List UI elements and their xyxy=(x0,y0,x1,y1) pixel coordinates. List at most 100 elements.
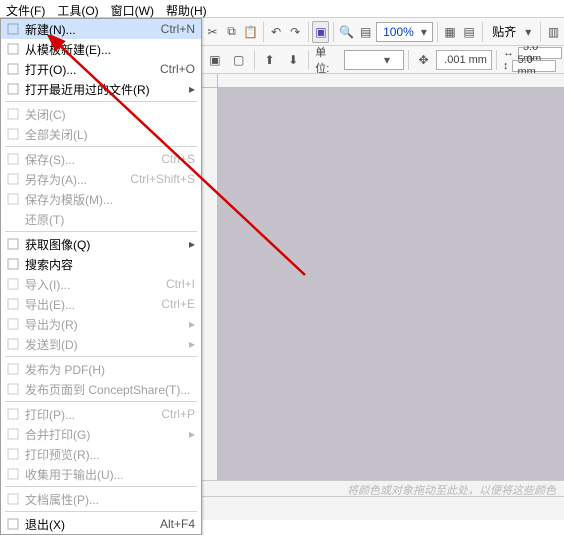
separator xyxy=(5,356,197,357)
submenu-arrow-icon: ▸ xyxy=(183,427,195,441)
menu-item[interactable]: 搜索内容 xyxy=(1,254,201,274)
canvas-area[interactable] xyxy=(202,74,564,480)
send-icon xyxy=(5,336,21,352)
toolbar-area: ✂ ⧉ 📋 ↶ ↷ ▣ 🔍 ▤ 100% ▾ ▦ ▤ 贴齐 ▾ ▥ ▣ ▢ ⬆ … xyxy=(202,18,564,74)
exit-icon xyxy=(5,516,21,532)
menu-shortcut: Ctrl+Shift+S xyxy=(122,172,195,186)
menu-item: 收集用于输出(U)... xyxy=(1,464,201,484)
menu-item: 还原(T) xyxy=(1,209,201,229)
menu-item-label: 全部关闭(L) xyxy=(25,126,195,143)
menu-shortcut: Ctrl+O xyxy=(152,62,195,76)
units-combo[interactable]: ▾ xyxy=(344,50,404,70)
tb-cut-icon[interactable]: ✂ xyxy=(204,21,221,43)
search-icon xyxy=(5,256,21,272)
zoom-combo[interactable]: 100% ▾ xyxy=(376,22,433,42)
menu-item-label: 搜索内容 xyxy=(25,256,195,273)
submenu-arrow-icon: ▸ xyxy=(183,337,195,351)
menu-file[interactable]: 文件(F) xyxy=(0,0,51,17)
separator xyxy=(5,146,197,147)
menu-item[interactable]: 退出(X)Alt+F4 xyxy=(1,514,201,534)
color-well-hint: 将颜色或对象拖动至此处，以便将这些颜色 xyxy=(347,482,556,498)
separator xyxy=(308,50,309,70)
submenu-arrow-icon: ▸ xyxy=(183,82,195,96)
separator xyxy=(5,486,197,487)
export-as-icon xyxy=(5,316,21,332)
file-template-icon xyxy=(5,41,21,57)
units-label: 单位: xyxy=(313,46,342,74)
separator xyxy=(408,50,409,70)
pb-ungroup-icon[interactable]: ▢ xyxy=(228,49,250,71)
tb-copy-icon[interactable]: ⧉ xyxy=(223,21,240,43)
pb-toback-icon[interactable]: ⬇ xyxy=(282,49,304,71)
chevron-down-icon: ▾ xyxy=(418,25,430,39)
menu-item-label: 关闭(C) xyxy=(25,106,195,123)
props-icon xyxy=(5,491,21,507)
menu-item: 全部关闭(L) xyxy=(1,124,201,144)
toolbar-property: ▣ ▢ ⬆ ⬇ 单位: ▾ ✥ .001 mm ↔5.0 mm ↕5.0 mm xyxy=(202,46,564,74)
tb-grid-icon[interactable]: ▤ xyxy=(461,21,478,43)
separator xyxy=(5,231,197,232)
snap-combo[interactable]: 贴齐 ▾ xyxy=(486,22,536,42)
menu-tools[interactable]: 工具(O) xyxy=(51,0,104,17)
menu-item: 发送到(D)▸ xyxy=(1,334,201,354)
print-preview-icon xyxy=(5,446,21,462)
menu-item-label: 导入(I)... xyxy=(25,276,158,293)
snap-label: 贴齐 xyxy=(488,23,522,40)
tb-opts-icon[interactable]: ▤ xyxy=(357,21,374,43)
nudge-value[interactable]: .001 mm xyxy=(436,50,492,70)
menu-item[interactable]: 打开最近用过的文件(R)▸ xyxy=(1,79,201,99)
menu-item[interactable]: 从模板新建(E)... xyxy=(1,39,201,59)
tb-search-icon[interactable]: 🔍 xyxy=(338,21,355,43)
menu-item-label: 发布页面到 ConceptShare(T)... xyxy=(25,381,195,398)
menu-item: 保存(S)...Ctrl+S xyxy=(1,149,201,169)
dupx-icon: ↔ xyxy=(501,47,516,59)
save-icon xyxy=(5,151,21,167)
menu-item: 导出(E)...Ctrl+E xyxy=(1,294,201,314)
save-template-icon xyxy=(5,191,21,207)
pb-tofront-icon[interactable]: ⬆ xyxy=(259,49,281,71)
pb-group-icon[interactable]: ▣ xyxy=(204,49,226,71)
tb-redo-icon[interactable]: ↷ xyxy=(287,21,304,43)
pb-nudge-icon[interactable]: ✥ xyxy=(413,49,435,71)
ruler-vertical[interactable] xyxy=(202,88,218,480)
separator xyxy=(540,22,541,42)
menu-help[interactable]: 帮助(H) xyxy=(160,0,213,17)
menu-item[interactable]: 新建(N)...Ctrl+N xyxy=(1,19,201,39)
menu-item-label: 发送到(D) xyxy=(25,336,183,353)
menu-item: 发布为 PDF(H) xyxy=(1,359,201,379)
menu-item-label: 获取图像(Q) xyxy=(25,236,183,253)
separator xyxy=(263,22,264,42)
dupy-icon: ↕ xyxy=(501,60,511,72)
menu-item-label: 保存(S)... xyxy=(25,151,153,168)
separator xyxy=(254,50,255,70)
menu-item-label: 保存为模版(M)... xyxy=(25,191,195,208)
dup-y[interactable]: 5.0 mm xyxy=(512,60,556,72)
folder-open-icon xyxy=(5,61,21,77)
separator xyxy=(5,401,197,402)
tb-snap-icon[interactable]: ▦ xyxy=(442,21,459,43)
menu-item[interactable]: 获取图像(Q)▸ xyxy=(1,234,201,254)
menu-item[interactable]: 打开(O)...Ctrl+O xyxy=(1,59,201,79)
tb-paste-icon[interactable]: 📋 xyxy=(242,21,259,43)
menu-item-label: 打开(O)... xyxy=(25,61,152,78)
acquire-icon xyxy=(5,236,21,252)
menu-item: 关闭(C) xyxy=(1,104,201,124)
menu-window[interactable]: 窗口(W) xyxy=(105,0,160,17)
menu-shortcut: Ctrl+P xyxy=(153,407,195,421)
chevron-down-icon: ▾ xyxy=(522,25,534,39)
ruler-horizontal[interactable] xyxy=(218,74,564,88)
menu-shortcut: Alt+F4 xyxy=(152,517,195,531)
tb-launcher-icon[interactable]: ▣ xyxy=(312,21,329,43)
menu-item: 文档属性(P)... xyxy=(1,489,201,509)
submenu-arrow-icon: ▸ xyxy=(183,237,195,251)
save-as-icon xyxy=(5,171,21,187)
menu-shortcut: Ctrl+N xyxy=(153,22,195,36)
menu-item-label: 退出(X) xyxy=(25,516,152,533)
tb-misc-icon[interactable]: ▥ xyxy=(545,21,562,43)
tb-undo-icon[interactable]: ↶ xyxy=(268,21,285,43)
menu-item-label: 文档属性(P)... xyxy=(25,491,195,508)
menu-item-label: 还原(T) xyxy=(25,211,195,228)
export-icon xyxy=(5,296,21,312)
publish-icon xyxy=(5,381,21,397)
menu-item-label: 打开最近用过的文件(R) xyxy=(25,81,183,98)
